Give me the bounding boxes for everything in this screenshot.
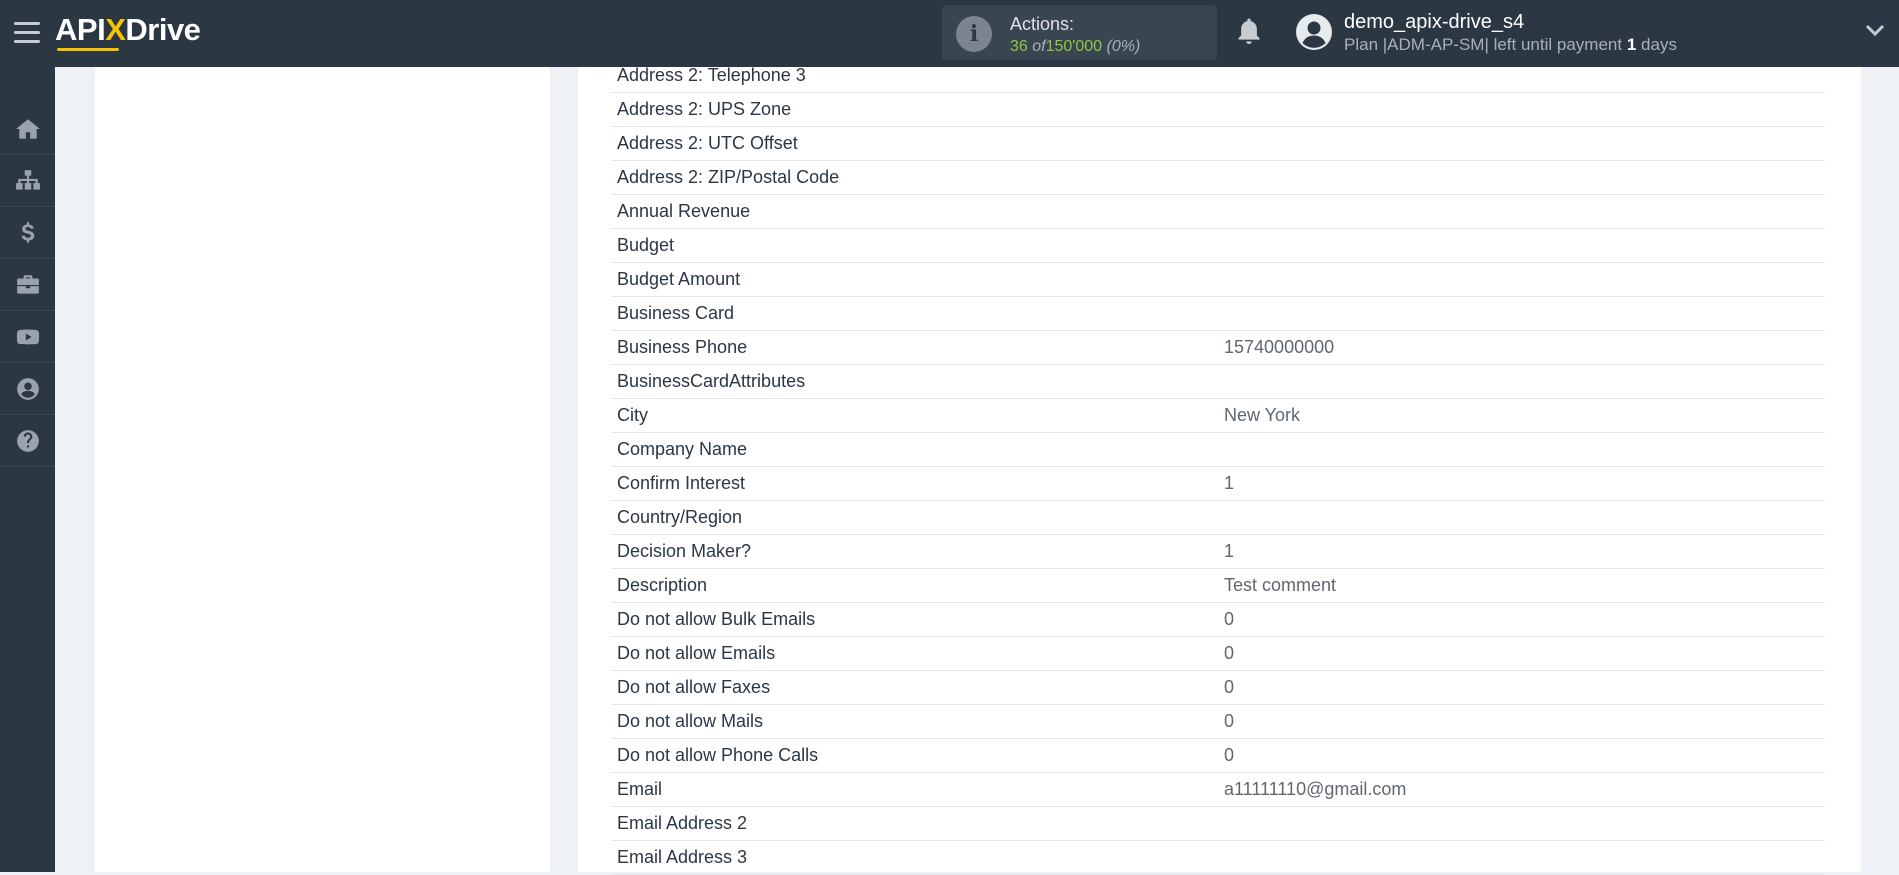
table-row: Email Address 3 [612,841,1825,875]
field-label: Do not allow Mails [617,711,764,731]
field-value: 1 [1224,541,1235,561]
field-label: Description [617,575,708,595]
user-circle-icon [16,377,39,400]
table-row: Email a11111110@gmail.com [612,773,1825,807]
field-value: 15740000000 [1224,337,1335,357]
table-row: Business Phone 15740000000 [612,331,1825,365]
table-row: Do not allow Mails 0 [612,705,1825,739]
sidebar [0,67,55,872]
field-label: Budget Amount [617,269,741,289]
field-label: Confirm Interest [617,473,746,493]
table-row: Address 2: UTC Offset [612,127,1825,161]
field-label: Email Address 3 [617,847,748,867]
field-label: Company Name [617,439,748,459]
table-row: Decision Maker? 1 [612,535,1825,569]
main-panel: Address 2: Telephone 3 Address 2: UPS Zon… [578,65,1861,875]
field-value: a11111110@gmail.com [1224,779,1407,799]
menu-icon[interactable] [14,22,40,44]
table-row: Do not allow Bulk Emails 0 [612,603,1825,637]
field-value: 0 [1224,677,1235,697]
dollar-icon [21,221,34,243]
field-label: Address 2: UTC Offset [617,133,798,153]
bell-icon[interactable] [1234,16,1264,48]
field-label: Email Address 2 [617,813,748,833]
sidebar-item-help[interactable] [0,415,55,467]
table-row: Annual Revenue [612,195,1825,229]
table-row: Company Name [612,433,1825,467]
info-icon: i [956,16,992,52]
apix-drive-logo[interactable]: APIXDrive [55,12,201,48]
chevron-down-icon[interactable] [1864,22,1886,38]
table-row: Confirm Interest 1 [612,467,1825,501]
field-label: Do not allow Phone Calls [617,745,819,765]
logo-underline [57,48,119,51]
table-row: City New York [612,399,1825,433]
table-row: BusinessCardAttributes [612,365,1825,399]
field-label: Address 2: UPS Zone [617,99,792,119]
field-value: 0 [1224,711,1235,731]
field-label: Budget [617,235,675,255]
fields-table: Address 2: Telephone 3 Address 2: UPS Zon… [612,65,1825,875]
table-row: Do not allow Phone Calls 0 [612,739,1825,773]
table-row: Budget Amount [612,263,1825,297]
table-row: Business Card [612,297,1825,331]
plan-info: Plan |ADM-AP-SM| left until payment 1 da… [1344,35,1677,54]
field-value: New York [1224,405,1301,425]
sidebar-item-home[interactable] [0,103,55,155]
table-row: Do not allow Faxes 0 [612,671,1825,705]
table-row: Budget [612,229,1825,263]
actions-counter: i Actions: 36 of150'000 (0%) [942,5,1217,60]
field-value: 1 [1224,473,1235,493]
sitemap-icon [15,169,40,190]
field-label: Decision Maker? [617,541,752,561]
field-label: Email [617,779,663,799]
field-value: 0 [1224,643,1235,663]
table-row: Address 2: ZIP/Postal Code [612,161,1825,195]
sidebar-item-billing[interactable] [0,207,55,259]
table-row: Email Address 2 [612,807,1825,841]
left-panel [95,67,550,872]
field-label: Do not allow Bulk Emails [617,609,816,629]
avatar-icon[interactable] [1296,14,1332,50]
youtube-icon [16,329,39,344]
top-bar: APIXDrive i Actions: 36 of150'000 (0%) d… [0,0,1899,67]
field-label: City [617,405,648,425]
field-label: Business Card [617,303,735,323]
briefcase-icon [16,274,39,294]
actions-label: Actions: [1010,14,1075,34]
table-row: Address 2: Telephone 3 [612,65,1825,93]
field-label: BusinessCardAttributes [617,371,806,391]
table-row: Do not allow Emails 0 [612,637,1825,671]
table-row: Country/Region [612,501,1825,535]
home-icon [15,118,40,139]
sidebar-item-connections[interactable] [0,155,55,207]
table-row: Address 2: UPS Zone [612,93,1825,127]
field-value: 0 [1224,745,1235,765]
field-label: Business Phone [617,337,748,357]
field-label: Do not allow Faxes [617,677,771,697]
sidebar-item-account[interactable] [0,363,55,415]
field-label: Address 2: ZIP/Postal Code [617,167,840,187]
field-label: Do not allow Emails [617,643,776,663]
field-label: Country/Region [617,507,743,527]
field-label: Address 2: Telephone 3 [617,65,806,85]
table-row: Description Test comment [612,569,1825,603]
sidebar-item-tools[interactable] [0,259,55,311]
help-icon [16,429,39,452]
actions-value: 36 of150'000 (0%) [1010,38,1141,55]
username[interactable]: demo_apix-drive_s4 [1344,11,1524,34]
field-label: Annual Revenue [617,201,751,221]
sidebar-item-videos[interactable] [0,311,55,363]
field-value: Test comment [1224,575,1337,595]
field-value: 0 [1224,609,1235,629]
